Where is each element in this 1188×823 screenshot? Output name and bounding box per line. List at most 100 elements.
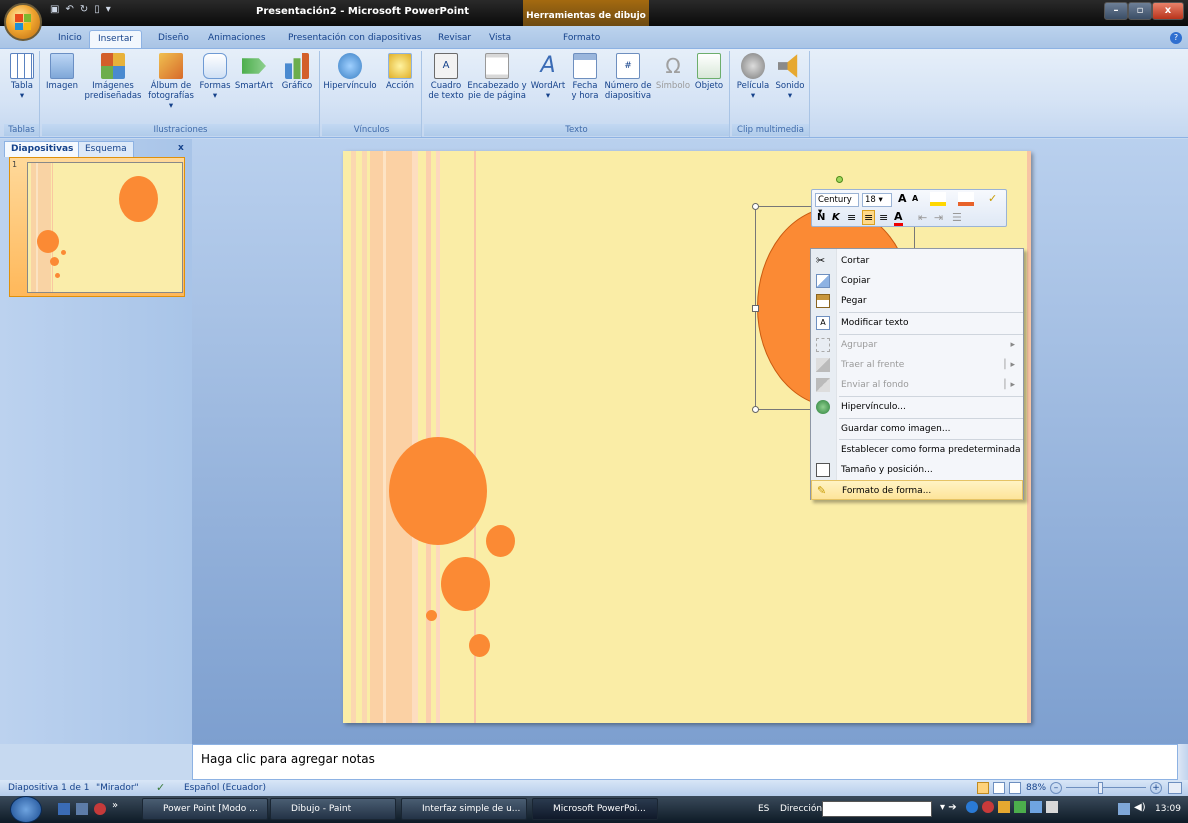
- resize-handle[interactable]: [752, 406, 759, 413]
- imagenes-prediseñadas-button[interactable]: Imágenes prediseñadas: [82, 53, 144, 101]
- hipervinculo-button[interactable]: Hipervínculo: [322, 53, 378, 91]
- notes-scrollbar[interactable]: [1178, 744, 1188, 780]
- menu-item-enviar-fondo[interactable]: Enviar al fondo │ ▸: [811, 375, 1023, 395]
- close-button[interactable]: x: [1152, 2, 1184, 20]
- language-indicator[interactable]: ES: [758, 804, 769, 814]
- sorter-view-icon[interactable]: [993, 782, 1005, 794]
- normal-view-icon[interactable]: [977, 782, 989, 794]
- clock[interactable]: 13:09: [1155, 804, 1181, 814]
- font-color-button[interactable]: A: [894, 210, 903, 226]
- menu-item-agrupar[interactable]: Agrupar ▸: [811, 335, 1023, 355]
- align-left-button[interactable]: ≡: [847, 211, 856, 224]
- increase-indent-button[interactable]: ⇥: [934, 211, 943, 224]
- fecha-button[interactable]: Fecha y hora: [570, 53, 600, 101]
- new-doc-icon[interactable]: ▯: [94, 4, 100, 20]
- spellcheck-icon[interactable]: ✓: [156, 781, 165, 794]
- zoom-slider-thumb[interactable]: [1098, 782, 1103, 794]
- circle-large[interactable]: [389, 437, 487, 545]
- tab-diseno[interactable]: Diseño: [150, 30, 197, 48]
- font-select[interactable]: Century ▾: [815, 193, 859, 217]
- bold-button[interactable]: N: [817, 212, 825, 223]
- menu-item-hipervinculo[interactable]: Hipervínculo...: [811, 397, 1023, 417]
- slideshow-view-icon[interactable]: [1009, 782, 1021, 794]
- browser-quicklaunch-icon[interactable]: [94, 803, 106, 815]
- pane-close-button[interactable]: x: [178, 143, 184, 153]
- tray-icon[interactable]: [998, 801, 1010, 813]
- menu-item-modificar-texto[interactable]: A Modificar texto: [811, 313, 1023, 333]
- smartart-button[interactable]: SmartArt: [232, 53, 276, 91]
- shrink-font-button[interactable]: A: [912, 194, 918, 203]
- resize-handle[interactable]: [752, 305, 759, 312]
- tab-inicio[interactable]: Inicio: [50, 30, 90, 48]
- line-color-icon[interactable]: [958, 192, 974, 206]
- minimize-button[interactable]: –: [1104, 2, 1128, 20]
- tray-icon[interactable]: [1046, 801, 1058, 813]
- customize-qat-icon[interactable]: ▾: [106, 4, 111, 20]
- language[interactable]: Español (Ecuador): [184, 783, 266, 793]
- fill-color-icon[interactable]: [930, 192, 946, 206]
- tray-icon[interactable]: [1014, 801, 1026, 813]
- resize-handle[interactable]: [752, 203, 759, 210]
- pelicula-button[interactable]: Película ▾: [734, 53, 772, 101]
- format-painter-icon[interactable]: ✓: [988, 192, 997, 205]
- numero-diapositiva-button[interactable]: # Número de diapositiva: [602, 53, 654, 101]
- tab-diapositivas[interactable]: Diapositivas: [4, 141, 81, 157]
- tray-icon[interactable]: [982, 801, 994, 813]
- imagen-button[interactable]: Imagen: [44, 53, 80, 91]
- grafico-button[interactable]: Gráfico: [278, 53, 316, 91]
- circle-medium[interactable]: [486, 525, 515, 557]
- address-go-icon[interactable]: ▾ ➔: [940, 802, 957, 813]
- redo-icon[interactable]: ↻: [80, 4, 88, 20]
- align-right-button[interactable]: ≡: [879, 211, 888, 224]
- wordart-button[interactable]: A WordArt ▾: [528, 53, 568, 101]
- circle-small-2[interactable]: [469, 634, 490, 657]
- notes-pane[interactable]: Haga clic para agregar notas: [192, 744, 1178, 780]
- zoom-in-icon[interactable]: +: [1150, 782, 1162, 794]
- tab-animaciones[interactable]: Animaciones: [200, 30, 274, 48]
- start-button[interactable]: [10, 796, 42, 823]
- taskbar-item-interfaz[interactable]: Interfaz simple de u...: [401, 798, 527, 820]
- tab-esquema[interactable]: Esquema: [78, 141, 134, 157]
- tray-icon[interactable]: [1030, 801, 1042, 813]
- menu-item-pegar[interactable]: Pegar: [811, 291, 1023, 311]
- circle-small[interactable]: [426, 610, 437, 621]
- encabezado-button[interactable]: Encabezado y pie de página: [466, 53, 528, 101]
- switch-windows-icon[interactable]: [76, 803, 88, 815]
- tab-presentacion[interactable]: Presentación con diapositivas: [280, 30, 430, 48]
- objeto-button[interactable]: Objeto: [692, 53, 726, 91]
- bullets-button[interactable]: ☰: [952, 211, 962, 224]
- align-center-button[interactable]: ≡: [862, 210, 876, 225]
- font-size-select[interactable]: 18 ▾: [862, 193, 892, 207]
- tabla-button[interactable]: Tabla ▾: [6, 53, 38, 101]
- accion-button[interactable]: Acción: [382, 53, 418, 91]
- italic-button[interactable]: K: [832, 212, 840, 223]
- decrease-indent-button[interactable]: ⇤: [918, 211, 927, 224]
- address-input[interactable]: [822, 801, 932, 817]
- menu-item-traer-frente[interactable]: Traer al frente │ ▸: [811, 355, 1023, 375]
- menu-item-guardar-imagen[interactable]: Guardar como imagen...: [811, 419, 1023, 439]
- zoom-out-icon[interactable]: –: [1050, 782, 1062, 794]
- taskbar-item-powerpoint-active[interactable]: Microsoft PowerPoi...: [532, 798, 658, 820]
- show-desktop-icon[interactable]: [58, 803, 70, 815]
- taskbar-item-powerpoint-modo[interactable]: Power Point [Modo ...: [142, 798, 268, 820]
- fit-window-icon[interactable]: [1168, 782, 1182, 794]
- menu-item-cortar[interactable]: ✂ Cortar: [811, 251, 1023, 271]
- tab-insertar[interactable]: Insertar: [89, 30, 143, 48]
- taskbar-item-paint[interactable]: Dibujo - Paint: [270, 798, 396, 820]
- undo-icon[interactable]: ↶: [65, 4, 73, 20]
- maximize-button[interactable]: ▫: [1128, 2, 1152, 20]
- office-button[interactable]: [4, 3, 42, 41]
- cuadro-texto-button[interactable]: A Cuadro de texto: [426, 53, 466, 101]
- network-icon[interactable]: [1118, 803, 1130, 815]
- tab-revisar[interactable]: Revisar: [430, 30, 479, 48]
- tab-formato[interactable]: Formato: [555, 30, 608, 48]
- simbolo-button[interactable]: Ω Símbolo: [654, 53, 692, 91]
- grow-font-button[interactable]: A: [898, 192, 907, 205]
- help-icon[interactable]: ?: [1170, 32, 1182, 44]
- menu-item-formato-forma[interactable]: ✎ Formato de forma...: [811, 480, 1023, 500]
- tray-icon[interactable]: [966, 801, 978, 813]
- slide-thumbnail[interactable]: [27, 162, 183, 293]
- volume-icon[interactable]: ◀): [1134, 802, 1146, 813]
- menu-item-copiar[interactable]: Copiar: [811, 271, 1023, 291]
- tab-vista[interactable]: Vista: [481, 30, 519, 48]
